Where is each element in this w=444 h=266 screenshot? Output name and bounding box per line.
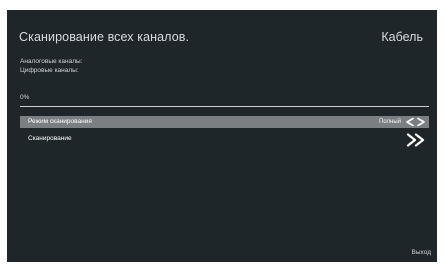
chevron-left-icon[interactable] <box>405 117 415 127</box>
progress-percent: 0% <box>20 94 30 101</box>
double-chevron-right-icon[interactable] <box>406 133 426 147</box>
scan-mode-value: Полный <box>379 118 401 125</box>
signal-source-label: Кабель <box>381 30 423 44</box>
scan-mode-row[interactable]: Режим сканирования Полный <box>20 116 429 128</box>
scan-mode-label: Режим сканирования <box>28 118 92 125</box>
chevron-right-icon[interactable] <box>416 117 426 127</box>
channel-scan-screen: Сканирование всех каналов. Кабель Аналог… <box>7 10 437 262</box>
digital-channels-label: Цифровые каналы: <box>20 67 79 74</box>
progress-bar <box>20 106 429 107</box>
exit-button[interactable]: Выход <box>412 249 431 256</box>
start-scan-label: Сканирование <box>28 135 72 142</box>
page-title: Сканирование всех каналов. <box>19 30 190 44</box>
analog-channels-label: Аналоговые каналы: <box>20 58 83 65</box>
start-scan-row[interactable]: Сканирование <box>20 133 429 147</box>
